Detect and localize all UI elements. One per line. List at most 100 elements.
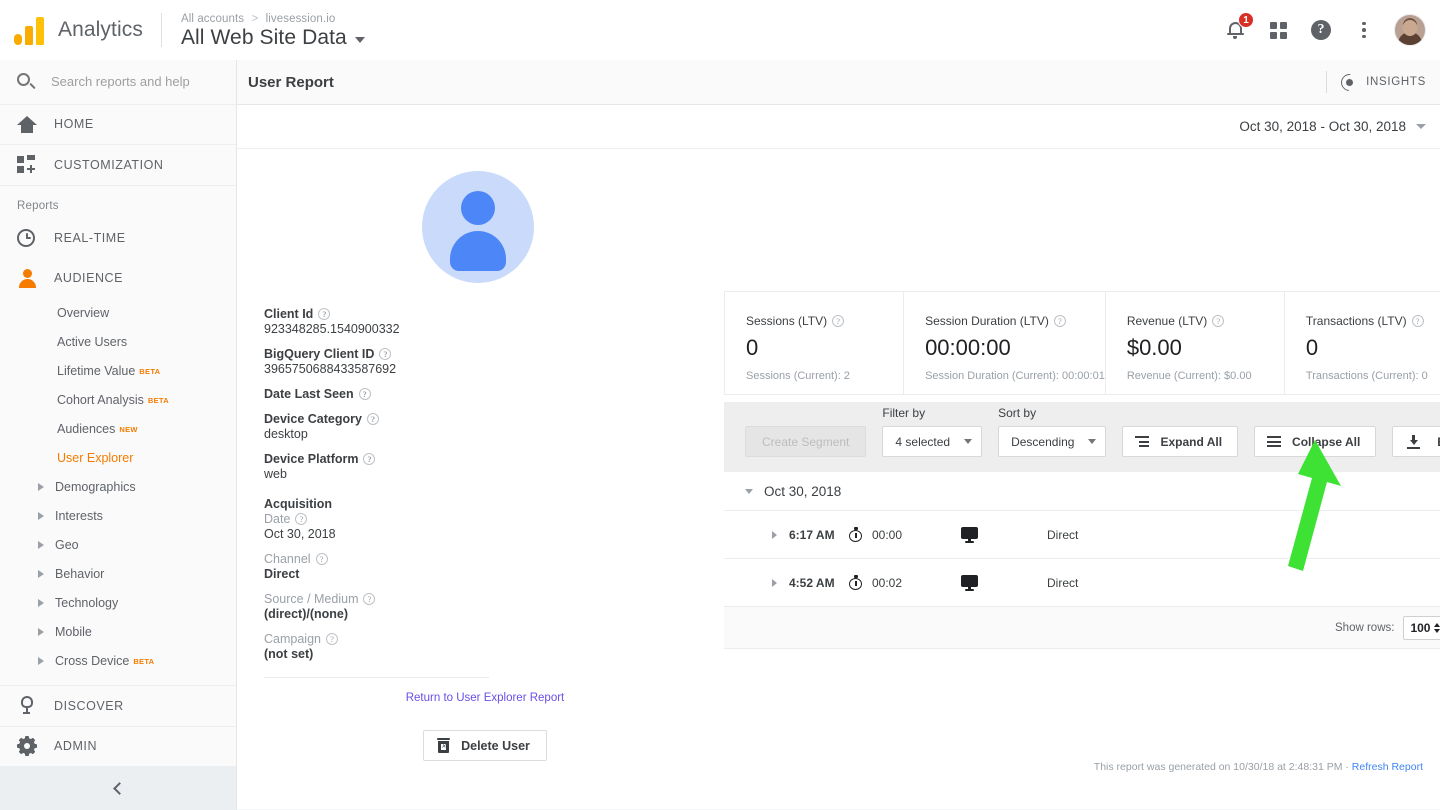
help-icon[interactable]: ? <box>1412 315 1424 327</box>
help-icon[interactable]: ? <box>832 315 844 327</box>
sidebar-item-admin[interactable]: ADMIN <box>0 727 236 768</box>
collapse-sidebar-button[interactable] <box>0 767 236 810</box>
collapse-all-button[interactable]: Collapse All <box>1254 426 1376 457</box>
more-options-button[interactable] <box>1351 17 1377 43</box>
desktop-monitor-icon <box>961 527 978 543</box>
help-icon[interactable]: ? <box>359 388 371 400</box>
session-time: 4:52 AM <box>789 576 845 590</box>
date-range-picker[interactable]: Oct 30, 2018 - Oct 30, 2018 <box>1239 119 1426 134</box>
top-bar-actions: 1 ? <box>1222 0 1426 60</box>
insights-button[interactable]: INSIGHTS <box>1341 74 1426 91</box>
sidebar-item-user-explorer[interactable]: User Explorer <box>0 444 236 473</box>
help-icon[interactable]: ? <box>1212 315 1224 327</box>
sidebar-item-audience[interactable]: AUDIENCE <box>0 258 236 299</box>
sidebar-subitem-label: Behavior <box>55 567 104 581</box>
field-label: Date Last Seen? <box>264 387 494 401</box>
metric-card-session-duration-ltv: Session Duration (LTV)? 00:00:00 Session… <box>904 292 1106 394</box>
audience-submenu: Overview Active Users Lifetime ValueBETA… <box>0 299 236 676</box>
return-to-user-explorer-link[interactable]: Return to User Explorer Report <box>254 692 716 704</box>
breadcrumb-separator-icon: > <box>251 13 258 25</box>
analytics-logo-icon <box>14 15 48 45</box>
help-icon[interactable]: ? <box>363 593 375 605</box>
sidebar-item-interests[interactable]: Interests <box>0 502 236 531</box>
apps-grid-button[interactable] <box>1265 17 1291 43</box>
chevron-right-icon[interactable] <box>772 579 777 587</box>
sidebar-item-label: AUDIENCE <box>54 271 123 285</box>
expand-all-button[interactable]: Expand All <box>1122 426 1238 457</box>
sidebar-item-geo[interactable]: Geo <box>0 531 236 560</box>
sidebar-item-lifetime-value[interactable]: Lifetime ValueBETA <box>0 357 236 386</box>
sidebar-item-audiences[interactable]: AudiencesNEW <box>0 415 236 444</box>
field-value: desktop <box>264 427 494 441</box>
sidebar-item-realtime[interactable]: REAL-TIME <box>0 217 236 258</box>
search-reports-row[interactable] <box>0 60 236 105</box>
export-button[interactable]: Export <box>1392 426 1440 457</box>
insights-label: INSIGHTS <box>1366 76 1426 88</box>
sidebar-item-discover[interactable]: DISCOVER <box>0 686 236 727</box>
table-row[interactable]: 6:17 AM 00:00 Direct 2 <box>724 511 1440 559</box>
session-duration: 00:02 <box>872 576 902 590</box>
breadcrumb-property[interactable]: livesession.io <box>266 13 336 25</box>
view-selector[interactable]: All Web Site Data <box>181 26 365 50</box>
breadcrumb-root[interactable]: All accounts <box>181 13 244 25</box>
help-icon[interactable]: ? <box>326 633 338 645</box>
sidebar-item-home[interactable]: HOME <box>0 105 236 146</box>
rows-per-page-select[interactable]: 100 <box>1403 616 1440 640</box>
field-date-last-seen: Date Last Seen? <box>264 387 494 401</box>
customization-icon <box>17 155 37 175</box>
sidebar-subitem-label: Geo <box>55 538 79 552</box>
sidebar-item-mobile[interactable]: Mobile <box>0 618 236 647</box>
refresh-report-link[interactable]: Refresh Report <box>1352 761 1423 773</box>
filter-by-select[interactable]: 4 selected <box>882 426 982 457</box>
help-icon[interactable]: ? <box>318 308 330 320</box>
sort-by-group: Sort by Descending <box>998 406 1106 457</box>
user-avatar[interactable] <box>1394 14 1426 46</box>
field-label: Source / Medium? <box>264 592 494 606</box>
help-icon[interactable]: ? <box>379 348 391 360</box>
help-icon[interactable]: ? <box>295 513 307 525</box>
notifications-button[interactable]: 1 <box>1222 17 1248 43</box>
table-row[interactable]: 4:52 AM 00:02 Direct 1 <box>724 559 1440 607</box>
report-body: Client Id? 923348285.1540900332 BigQuery… <box>237 149 1440 809</box>
delete-user-label: Delete User <box>461 739 530 753</box>
sort-by-select[interactable]: Descending <box>998 426 1106 457</box>
chevron-down-icon <box>745 489 753 494</box>
sidebar-item-behavior[interactable]: Behavior <box>0 560 236 589</box>
sidebar-item-customization[interactable]: CUSTOMIZATION <box>0 145 236 186</box>
field-value: Direct <box>264 567 494 581</box>
help-icon[interactable]: ? <box>367 413 379 425</box>
home-icon <box>17 114 37 134</box>
metric-card-revenue-ltv: Revenue (LTV)? $0.00 Revenue (Current): … <box>1106 292 1285 394</box>
help-button[interactable]: ? <box>1308 17 1334 43</box>
session-channel: Direct <box>1047 528 1078 542</box>
sidebar-item-cross-device[interactable]: Cross DeviceBETA <box>0 647 236 676</box>
chevron-right-icon[interactable] <box>772 531 777 539</box>
session-device-cell <box>953 527 1047 543</box>
field-value: web <box>264 467 494 481</box>
search-input[interactable] <box>51 74 221 89</box>
metric-subvalue: Revenue (Current): $0.00 <box>1127 370 1284 382</box>
field-label: BigQuery Client ID? <box>264 347 494 361</box>
create-segment-button[interactable]: Create Segment <box>745 426 866 457</box>
user-detail-panel: Client Id? 923348285.1540900332 BigQuery… <box>254 159 702 761</box>
sidebar-item-overview[interactable]: Overview <box>0 299 236 328</box>
sidebar-item-cohort-analysis[interactable]: Cohort AnalysisBETA <box>0 386 236 415</box>
session-time: 6:17 AM <box>789 528 845 542</box>
new-tag: NEW <box>119 425 137 434</box>
help-icon[interactable]: ? <box>1054 315 1066 327</box>
create-segment-group: Create Segment <box>745 426 866 457</box>
sidebar-item-active-users[interactable]: Active Users <box>0 328 236 357</box>
delete-user-area: ✕ Delete User <box>254 730 716 761</box>
sidebar-item-technology[interactable]: Technology <box>0 589 236 618</box>
help-icon[interactable]: ? <box>363 453 375 465</box>
sidebar-item-demographics[interactable]: Demographics <box>0 473 236 502</box>
delete-user-button[interactable]: ✕ Delete User <box>423 730 547 761</box>
session-duration-cell: 00:02 <box>849 575 953 590</box>
help-icon[interactable]: ? <box>316 553 328 565</box>
field-client-id: Client Id? 923348285.1540900332 <box>264 307 494 336</box>
insights-area: INSIGHTS <box>1326 71 1426 93</box>
session-day-group[interactable]: Oct 30, 2018 2 sessions <box>724 472 1440 511</box>
bulb-icon <box>17 696 37 716</box>
account-selector[interactable]: All accounts > livesession.io All Web Si… <box>181 11 365 50</box>
chevron-right-icon <box>38 541 44 549</box>
